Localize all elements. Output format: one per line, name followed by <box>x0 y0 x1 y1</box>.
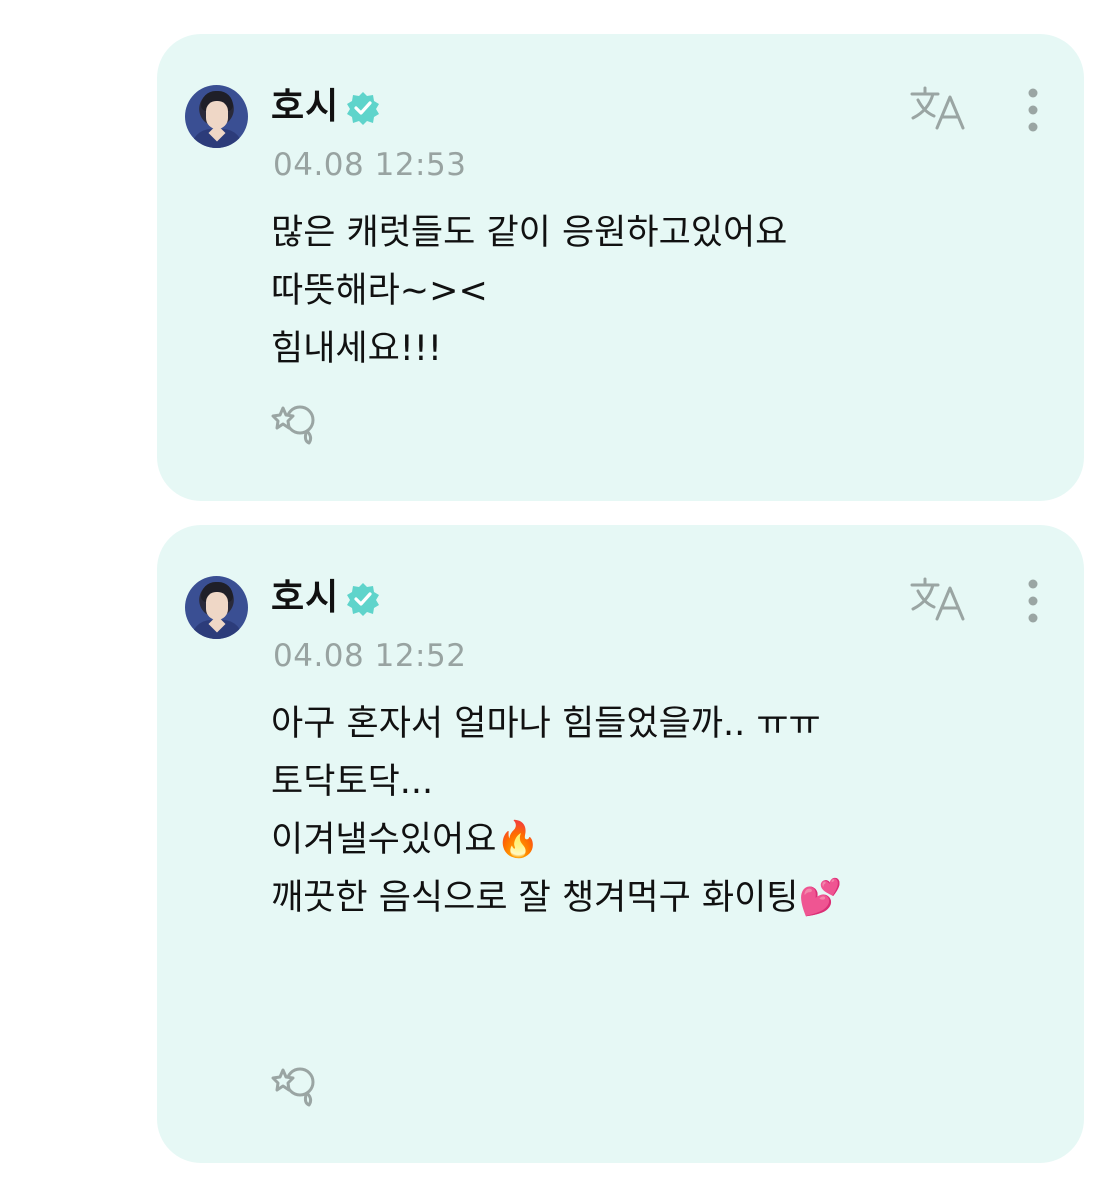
verified-badge-icon <box>347 92 379 125</box>
avatar[interactable] <box>185 85 248 148</box>
translate-icon[interactable] <box>909 85 967 131</box>
more-vertical-icon[interactable] <box>1019 576 1047 626</box>
post-card[interactable]: 호시 04.08 12:53 많은 캐럿들도 같이 응원하고있어요 따뜻해라~>… <box>157 34 1084 501</box>
post-timestamp: 04.08 12:52 <box>273 638 467 674</box>
avatar[interactable] <box>185 576 248 639</box>
post-body: 많은 캐럿들도 같이 응원하고있어요 따뜻해라~>< 힘내세요!!! <box>271 204 1044 378</box>
author-name[interactable]: 호시 <box>271 573 339 623</box>
author-name[interactable]: 호시 <box>271 82 339 132</box>
post-text-line: 많은 캐럿들도 같이 응원하고있어요 <box>271 213 788 253</box>
more-vertical-icon[interactable] <box>1019 85 1047 135</box>
translate-icon[interactable] <box>909 576 967 622</box>
post-text-line: 깨끗한 음식으로 잘 챙겨먹구 화이팅💕 <box>271 878 843 918</box>
post-text-line: 따뜻해라~>< <box>271 271 488 311</box>
add-reaction-icon[interactable] <box>271 1062 323 1108</box>
post-text-line: 힘내세요!!! <box>271 329 442 369</box>
post-body: 아구 혼자서 얼마나 힘들었을까.. ㅠㅠ 토닥토닥... 이겨낼수있어요🔥 깨… <box>271 695 1044 927</box>
post-card[interactable]: 호시 04.08 12:52 아구 혼자서 얼마나 힘들었을까.. ㅠㅠ 토닥토… <box>157 525 1084 1163</box>
post-text-line: 이겨낼수있어요🔥 <box>271 820 540 860</box>
verified-badge-icon <box>347 583 379 616</box>
add-reaction-icon[interactable] <box>271 400 323 446</box>
post-text-line: 아구 혼자서 얼마나 힘들었을까.. ㅠㅠ <box>271 704 821 744</box>
post-timestamp: 04.08 12:53 <box>273 147 467 183</box>
post-text-line: 토닥토닥... <box>271 762 434 802</box>
